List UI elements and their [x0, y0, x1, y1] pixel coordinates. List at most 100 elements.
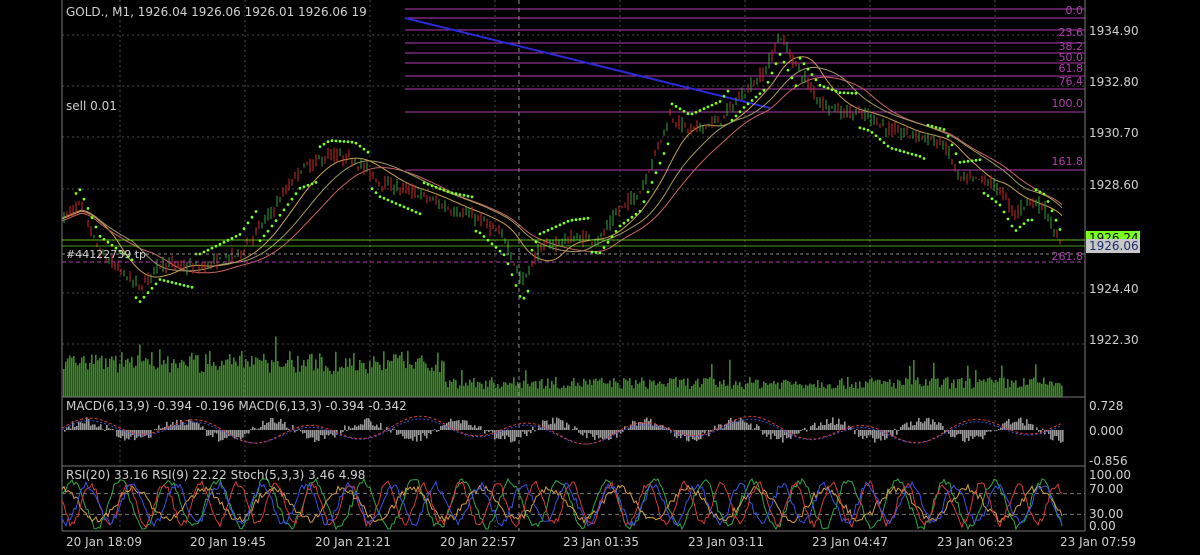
volume-bar	[269, 372, 271, 397]
macd-histogram-bar	[158, 425, 160, 430]
sar-dot	[714, 101, 718, 105]
sar-dot	[310, 182, 314, 186]
volume-bar	[443, 361, 445, 397]
macd-histogram-bar	[204, 429, 206, 430]
volume-bar	[871, 377, 873, 397]
macd-histogram-bar	[82, 423, 84, 430]
macd-histogram-bar	[802, 429, 804, 430]
volume-bar	[397, 358, 399, 397]
macd-histogram-bar	[470, 425, 472, 430]
volume-bar	[913, 360, 915, 397]
sar-dot	[98, 234, 102, 238]
macd-histogram-bar	[888, 430, 890, 433]
macd-histogram-bar	[214, 430, 216, 433]
volume-bar	[309, 354, 311, 397]
sar-dot	[1046, 200, 1050, 203]
volume-bar	[931, 378, 933, 397]
volume-bar	[921, 386, 923, 397]
volume-bar	[531, 382, 533, 397]
volume-bar	[629, 377, 631, 397]
volume-bar	[873, 381, 875, 397]
volume-bar	[697, 378, 699, 397]
macd-histogram-bar	[190, 420, 192, 430]
sar-dot	[1026, 218, 1030, 222]
trading-chart[interactable]: GOLD., M1, 1926.04 1926.06 1926.01 1926.…	[0, 0, 1200, 555]
sar-dot	[158, 278, 162, 281]
volume-bar	[915, 380, 917, 397]
volume-bar	[721, 384, 723, 397]
volume-bar	[561, 387, 563, 397]
volume-bar	[287, 359, 289, 397]
sar-dot	[1054, 218, 1058, 222]
macd-histogram-bar	[582, 430, 584, 436]
macd-histogram-bar	[316, 430, 318, 441]
sar-dot	[998, 203, 1002, 207]
macd-histogram-bar	[282, 423, 284, 430]
macd-histogram-bar	[884, 430, 886, 440]
macd-histogram-bar	[930, 424, 932, 430]
volume-bar	[141, 361, 143, 397]
volume-bar	[325, 365, 327, 397]
volume-bar	[797, 384, 799, 397]
sar-dot	[606, 240, 610, 244]
fib-label-261: 261.8	[1052, 250, 1084, 263]
volume-bar	[551, 380, 553, 397]
volume-bar	[863, 387, 865, 397]
order-tp-label[interactable]: #44122739 tp	[66, 248, 146, 261]
sar-dot	[890, 147, 894, 150]
volume-bar	[329, 370, 331, 397]
macd-histogram-bar	[310, 430, 312, 438]
macd-histogram-bar	[866, 430, 868, 438]
sar-dot	[498, 249, 502, 253]
time-label: 23 Jan 01:35	[563, 535, 639, 549]
volume-bar	[91, 354, 93, 397]
macd-histogram-bar	[462, 420, 464, 430]
macd-histogram-bar	[504, 430, 506, 440]
sell-order-label[interactable]: sell 0.01	[66, 99, 117, 113]
macd-histogram-bar	[184, 425, 186, 430]
volume-bar	[111, 356, 113, 397]
sar-dot	[374, 191, 378, 195]
sar-dot	[854, 91, 858, 95]
time-axis: 20 Jan 18:09 20 Jan 19:45 20 Jan 21:21 2…	[66, 535, 1136, 549]
sar-dot	[826, 86, 830, 90]
volume-bar	[841, 378, 843, 397]
volume-bar	[279, 366, 281, 397]
sar-dot	[338, 139, 342, 143]
volume-bar	[355, 370, 357, 397]
macd-histogram-bar	[650, 418, 652, 430]
volume-bar	[107, 367, 109, 397]
macd-histogram-bar	[376, 424, 378, 430]
sar-dot	[618, 224, 622, 228]
macd-histogram-bar	[116, 430, 118, 437]
volume-bar	[435, 364, 437, 397]
sar-dot	[762, 88, 766, 92]
sar-dot	[722, 94, 726, 98]
volume-bar	[445, 381, 447, 397]
macd-histogram-bar	[516, 430, 518, 437]
volume-bar	[229, 354, 231, 397]
macd-histogram-bar	[652, 425, 654, 430]
macd-histogram-bar	[564, 427, 566, 430]
volume-bar	[263, 353, 265, 397]
sar-dot	[910, 152, 914, 156]
macd-histogram-bar	[586, 430, 588, 439]
macd-histogram-bar	[960, 430, 962, 435]
macd-histogram-bar	[414, 430, 416, 437]
sar-dot	[166, 280, 170, 283]
volume-bar	[565, 388, 567, 397]
volume-bar	[547, 378, 549, 397]
macd-histogram-bar	[348, 426, 350, 430]
price-tick: 1932.80	[1089, 75, 1139, 89]
macd-histogram-bar	[840, 424, 842, 430]
volume-bar	[1047, 384, 1049, 397]
sar-dot	[838, 91, 842, 94]
volume-bar	[905, 377, 907, 397]
volume-bar	[161, 364, 163, 397]
volume-bar	[125, 359, 127, 397]
volume-bar	[75, 362, 77, 397]
sar-dot	[526, 289, 530, 293]
volume-bar	[265, 359, 267, 397]
volume-bar	[477, 381, 479, 397]
volume-bar	[619, 387, 621, 397]
